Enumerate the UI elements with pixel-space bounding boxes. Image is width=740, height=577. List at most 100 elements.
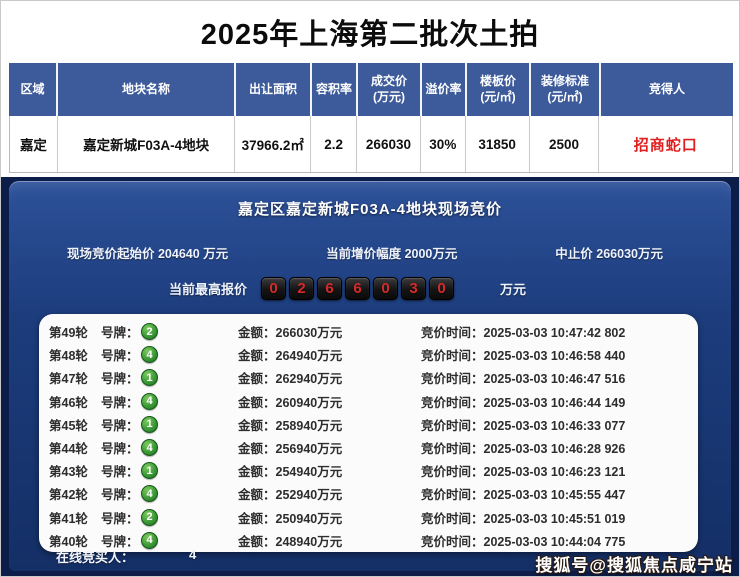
bid-round-row: 第46轮 号牌： 4 金额：260940万元 竞价时间：2025-03-03 1… bbox=[39, 390, 698, 413]
bid-amount: 金额：262940万元 bbox=[238, 368, 421, 387]
plate-label: 号牌： bbox=[101, 438, 141, 457]
bidder-plate-badge: 4 bbox=[141, 393, 158, 410]
bid-time: 竞价时间：2025-03-03 10:46:23 121 bbox=[421, 461, 698, 480]
bid-amount: 金额：260940万元 bbox=[238, 392, 421, 411]
time-label: 竞价时间： bbox=[421, 535, 484, 549]
round-number: 第49轮 bbox=[49, 322, 101, 341]
live-auction-panel: 嘉定区嘉定新城F03A-4地块现场竞价 现场竞价起始价 204640 万元 当前… bbox=[1, 177, 739, 576]
highest-bid-unit: 万元 bbox=[500, 279, 526, 298]
time-value: 2025-03-03 10:45:51 019 bbox=[484, 512, 626, 526]
round-number: 第42轮 bbox=[49, 484, 101, 503]
table-data-row: 嘉定 嘉定新城F03A-4地块 37966.2㎡ 2.2 266030 30% … bbox=[9, 116, 733, 173]
bid-digit: 3 bbox=[401, 277, 426, 300]
bid-round-row: 第41轮 号牌： 2 金额：250940万元 竞价时间：2025-03-03 1… bbox=[39, 506, 698, 529]
round-number: 第46轮 bbox=[49, 392, 101, 411]
bidder-plate-badge: 1 bbox=[141, 416, 158, 433]
plate-label: 号牌： bbox=[101, 392, 141, 411]
plate-label: 号牌： bbox=[101, 508, 141, 527]
amount-label: 金额： bbox=[238, 535, 276, 549]
watermark-text: 搜狐号@搜狐焦点咸宁站 bbox=[535, 551, 733, 576]
bid-round-row: 第44轮 号牌： 4 金额：256940万元 竞价时间：2025-03-03 1… bbox=[39, 436, 698, 459]
bid-digit: 6 bbox=[345, 277, 370, 300]
bid-digit: 2 bbox=[289, 277, 314, 300]
time-label: 竞价时间： bbox=[421, 488, 484, 502]
bid-digit: 0 bbox=[373, 277, 398, 300]
bidder-plate-badge: 2 bbox=[141, 509, 158, 526]
bid-digit: 6 bbox=[317, 277, 342, 300]
title-bar: 2025年上海第二批次土拍 bbox=[1, 1, 739, 62]
page-title: 2025年上海第二批次土拍 bbox=[201, 11, 540, 53]
cell-floor-price: 31850 bbox=[466, 116, 530, 172]
time-label: 竞价时间： bbox=[421, 442, 484, 456]
time-value: 2025-03-03 10:46:44 149 bbox=[484, 396, 626, 410]
amount-label: 金额： bbox=[238, 349, 276, 363]
bid-time: 竞价时间：2025-03-03 10:46:58 440 bbox=[421, 345, 698, 364]
amount-value: 266030万元 bbox=[276, 326, 343, 340]
amount-label: 金额： bbox=[238, 326, 276, 340]
start-price-text: 现场竞价起始价 204640 万元 bbox=[67, 243, 228, 262]
time-value: 2025-03-03 10:46:33 077 bbox=[484, 419, 626, 433]
amount-value: 254940万元 bbox=[276, 465, 343, 479]
amount-value: 260940万元 bbox=[276, 396, 343, 410]
bid-amount: 金额：264940万元 bbox=[238, 345, 421, 364]
cell-plot-name: 嘉定新城F03A-4地块 bbox=[58, 116, 236, 172]
col-header-plot-ratio: 容积率 bbox=[312, 63, 358, 116]
bidder-plate-badge: 4 bbox=[141, 346, 158, 363]
bid-time: 竞价时间：2025-03-03 10:46:44 149 bbox=[421, 392, 698, 411]
bid-time: 竞价时间：2025-03-03 10:46:47 516 bbox=[421, 368, 698, 387]
col-header-winner: 竞得人 bbox=[601, 63, 733, 116]
amount-value: 262940万元 bbox=[276, 372, 343, 386]
amount-label: 金额： bbox=[238, 442, 276, 456]
time-label: 竞价时间： bbox=[421, 465, 484, 479]
online-bidders-count: 4 bbox=[189, 547, 196, 566]
bid-round-row: 第43轮 号牌： 1 金额：254940万元 竞价时间：2025-03-03 1… bbox=[39, 459, 698, 482]
time-value: 2025-03-03 10:45:55 447 bbox=[484, 488, 626, 502]
time-label: 竞价时间： bbox=[421, 372, 484, 386]
col-header-area: 出让面积 bbox=[236, 63, 312, 116]
round-number: 第41轮 bbox=[49, 508, 101, 527]
bid-time: 竞价时间：2025-03-03 10:45:55 447 bbox=[421, 484, 698, 503]
time-value: 2025-03-03 10:46:47 516 bbox=[484, 372, 626, 386]
time-label: 竞价时间： bbox=[421, 326, 484, 340]
time-label: 竞价时间： bbox=[421, 419, 484, 433]
cell-winner: 招商蛇口 bbox=[599, 116, 732, 172]
table-header-row: 区域 地块名称 出让面积 容积率 成交价 (万元) 溢价率 楼板价 (元/㎡) … bbox=[9, 63, 733, 116]
amount-value: 252940万元 bbox=[276, 488, 343, 502]
screenshot-root: 2025年上海第二批次土拍 区域 地块名称 出让面积 容积率 成交价 (万元) … bbox=[0, 0, 740, 577]
land-result-table: 区域 地块名称 出让面积 容积率 成交价 (万元) 溢价率 楼板价 (元/㎡) … bbox=[9, 63, 733, 173]
bid-amount: 金额：256940万元 bbox=[238, 438, 421, 457]
time-value: 2025-03-03 10:46:23 121 bbox=[484, 465, 626, 479]
bidder-plate-badge: 4 bbox=[141, 439, 158, 456]
time-value: 2025-03-03 10:47:42 802 bbox=[484, 326, 626, 340]
auction-panel-inner: 嘉定区嘉定新城F03A-4地块现场竞价 现场竞价起始价 204640 万元 当前… bbox=[9, 181, 731, 571]
time-value: 2025-03-03 10:44:04 775 bbox=[484, 535, 626, 549]
bid-time: 竞价时间：2025-03-03 10:47:42 802 bbox=[421, 322, 698, 341]
bid-time: 竞价时间：2025-03-03 10:45:51 019 bbox=[421, 508, 698, 527]
round-number: 第43轮 bbox=[49, 461, 101, 480]
col-header-decoration: 装修标准 (元/㎡) bbox=[531, 63, 601, 116]
bid-digit: 0 bbox=[429, 277, 454, 300]
bid-round-row: 第48轮 号牌： 4 金额：264940万元 竞价时间：2025-03-03 1… bbox=[39, 343, 698, 366]
highest-bid-digit-display: 0266030 bbox=[261, 277, 454, 300]
cell-plot-ratio: 2.2 bbox=[311, 116, 357, 172]
bid-round-row: 第45轮 号牌： 1 金额：258940万元 竞价时间：2025-03-03 1… bbox=[39, 413, 698, 436]
cell-region: 嘉定 bbox=[10, 116, 58, 172]
bid-time: 竞价时间：2025-03-03 10:46:33 077 bbox=[421, 415, 698, 434]
bid-time: 竞价时间：2025-03-03 10:44:04 775 bbox=[421, 531, 698, 550]
bid-amount: 金额：254940万元 bbox=[238, 461, 421, 480]
plate-label: 号牌： bbox=[101, 461, 141, 480]
amount-value: 258940万元 bbox=[276, 419, 343, 433]
bid-round-row: 第49轮 号牌： 2 金额：266030万元 竞价时间：2025-03-03 1… bbox=[39, 320, 698, 343]
auction-title: 嘉定区嘉定新城F03A-4地块现场竞价 bbox=[9, 181, 731, 219]
col-header-plot-name: 地块名称 bbox=[58, 63, 236, 116]
plate-label: 号牌： bbox=[101, 415, 141, 434]
amount-value: 264940万元 bbox=[276, 349, 343, 363]
bid-amount: 金额：250940万元 bbox=[238, 508, 421, 527]
amount-value: 256940万元 bbox=[276, 442, 343, 456]
bidder-plate-badge: 1 bbox=[141, 462, 158, 479]
col-header-premium-rate: 溢价率 bbox=[422, 63, 467, 116]
bidder-plate-badge: 1 bbox=[141, 369, 158, 386]
round-number: 第45轮 bbox=[49, 415, 101, 434]
time-label: 竞价时间： bbox=[421, 349, 484, 363]
online-bidders-label: 在线竞买人： bbox=[56, 547, 134, 566]
